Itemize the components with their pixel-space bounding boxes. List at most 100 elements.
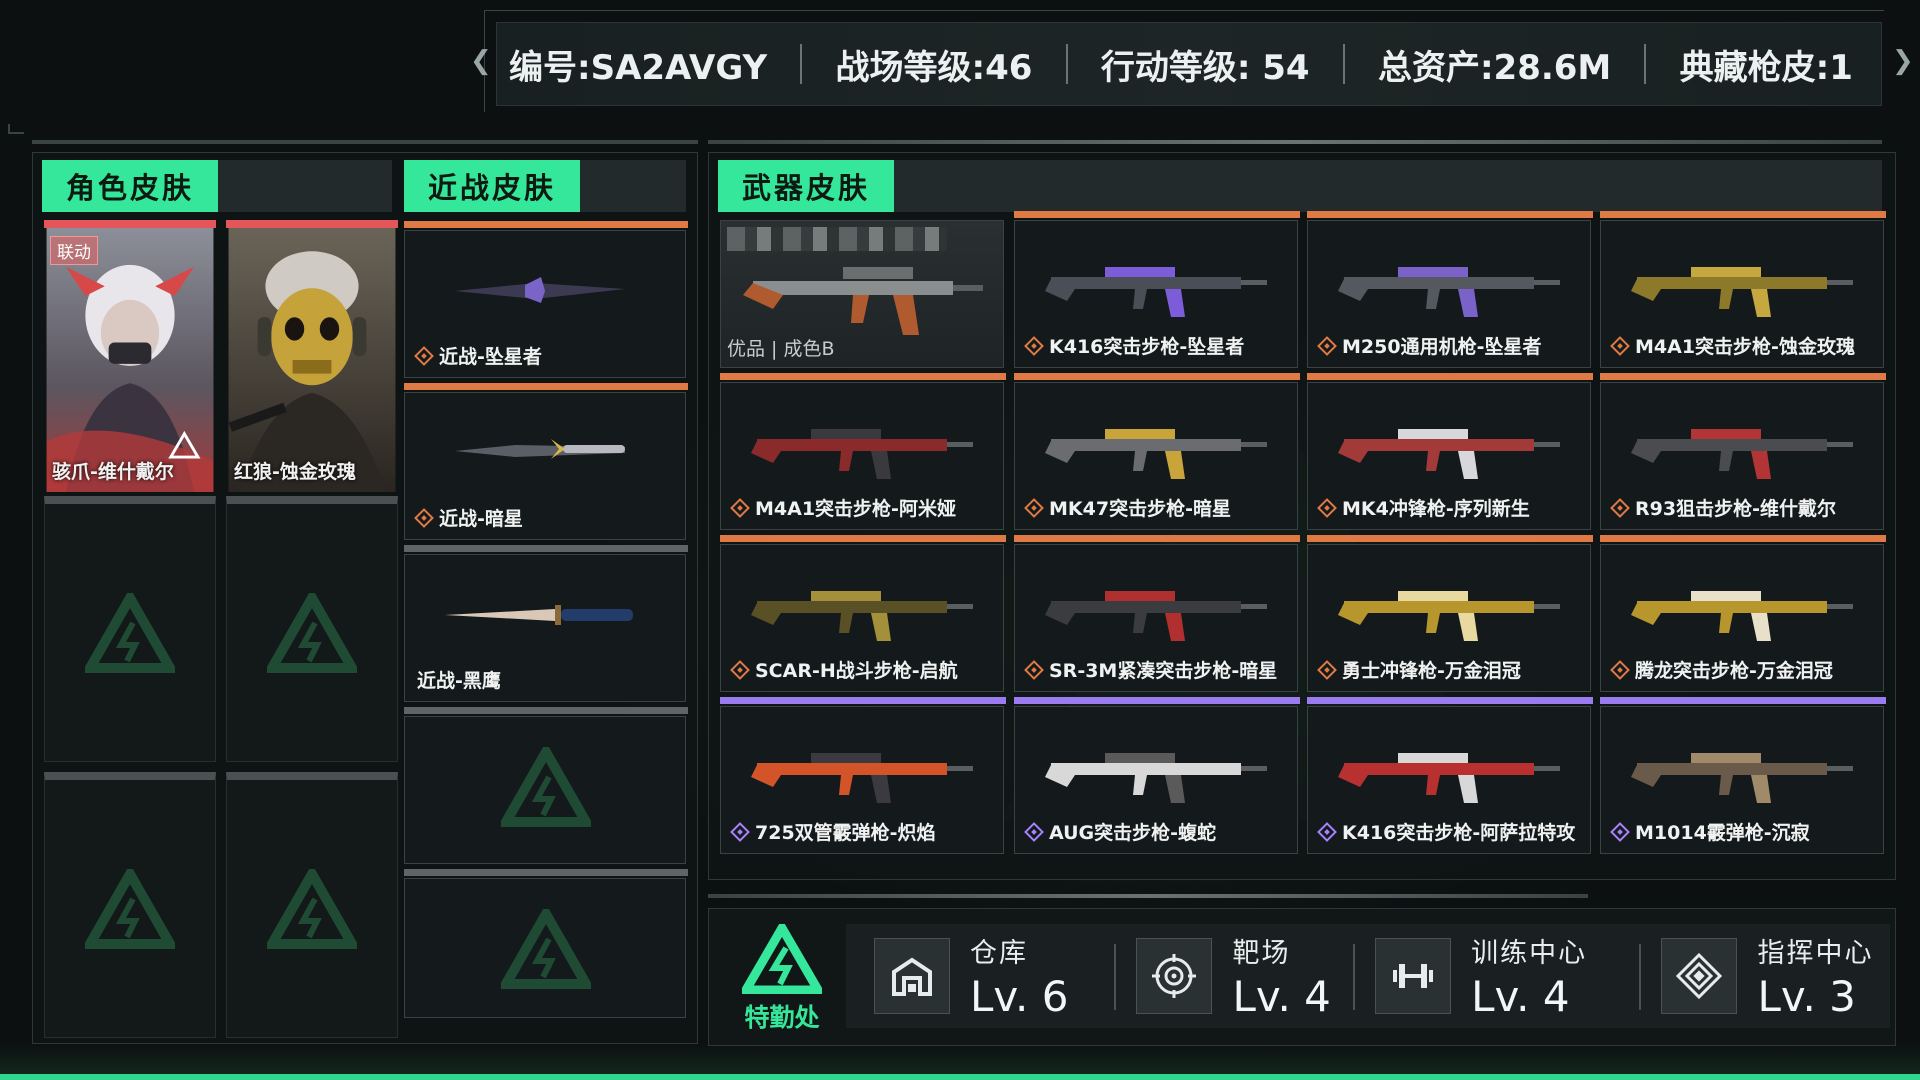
hq-label: 特勤处 (744, 1003, 820, 1032)
blurred-text (727, 227, 947, 251)
rarity-diamond-icon (1317, 335, 1337, 356)
collab-badge: 联动 (50, 236, 98, 265)
empty-character-slot (226, 496, 398, 762)
featured-weapon-card[interactable]: 优品 | 成色B (720, 220, 1004, 368)
melee-skins-header: 近战皮肤 (404, 160, 686, 212)
rarity-diamond-icon (1610, 659, 1630, 680)
facility-training-center[interactable]: 训练中心 Lv. 4 (1375, 924, 1642, 1028)
rarity-diamond-icon (730, 821, 750, 842)
rarity-bar (1014, 535, 1300, 542)
weapon-skin-card[interactable]: M4A1突击步枪-蚀金玫瑰 (1600, 211, 1886, 368)
facility-range[interactable]: 靶场 Lv. 4 (1136, 924, 1356, 1028)
divider-line (32, 140, 698, 144)
weapon-skin-card[interactable]: M250通用机枪-坠星者 (1307, 211, 1593, 368)
rifle-image (743, 267, 983, 335)
weapon-skin-name: M250通用机枪-坠星者 (1342, 336, 1542, 358)
melee-skin-card[interactable]: 近战-黑鹰 (404, 545, 688, 702)
rarity-diamond-icon (1317, 659, 1337, 680)
weapon-image (1338, 429, 1560, 479)
bottom-accent-strip (0, 1074, 1920, 1080)
rarity-bar (1600, 697, 1886, 704)
character-skin-name: 红狼-蚀金玫瑰 (234, 461, 356, 483)
weapon-skin-card[interactable]: MK4冲锋枪-序列新生 (1307, 373, 1593, 530)
weapon-skins-header: 武器皮肤 (718, 160, 1882, 212)
weapon-image (751, 429, 973, 479)
collection-skins: 典藏枪皮:1 (1679, 47, 1853, 88)
empty-character-slot (44, 772, 216, 1038)
weapon-skin-name: R93狙击步枪-维什戴尔 (1635, 498, 1836, 520)
rarity-diamond-icon (1024, 497, 1044, 518)
facility-warehouse[interactable]: 仓库 Lv. 6 (874, 924, 1117, 1028)
placeholder-logo-icon (501, 747, 591, 827)
facility-command-center[interactable]: 指挥中心 Lv. 3 (1661, 924, 1890, 1028)
weapon-skin-card[interactable]: MK47突击步枪-暗星 (1014, 373, 1300, 530)
melee-skin-name: 近战-黑鹰 (417, 670, 501, 692)
weapon-skin-card[interactable]: AUG突击步枪-蝮蛇 (1014, 697, 1300, 854)
melee-skin-name: 近战-坠星者 (439, 346, 542, 368)
total-assets: 总资产:28.6M (1377, 47, 1612, 88)
rarity-diamond-icon (1610, 497, 1630, 518)
rarity-bar (1307, 211, 1593, 218)
character-portrait (228, 228, 396, 492)
placeholder-logo-icon (85, 868, 175, 949)
chevron-right-icon[interactable]: ❯ (1892, 46, 1914, 76)
weapon-skin-card[interactable]: SR-3M紧凑突击步枪-暗星 (1014, 535, 1300, 692)
weapon-image (1631, 753, 1853, 803)
weapon-image (1045, 591, 1267, 641)
weapon-skin-card[interactable]: 勇士冲锋枪-万金泪冠 (1307, 535, 1593, 692)
chevron-left-icon[interactable]: ❮ (470, 46, 492, 76)
weapon-skin-card[interactable]: K416突击步枪-阿萨拉特攻 (1307, 697, 1593, 854)
rarity-bar (1307, 697, 1593, 704)
weapon-skin-card[interactable]: K416突击步枪-坠星者 (1014, 211, 1300, 368)
facility-name: 指挥中心 (1757, 938, 1874, 969)
divider (1644, 44, 1647, 84)
weapon-skin-card[interactable]: M4A1突击步枪-阿米娅 (720, 373, 1006, 530)
divider-line (708, 140, 1882, 144)
bottom-grime (0, 1044, 1920, 1074)
weapon-skin-card[interactable]: 腾龙突击步枪-万金泪冠 (1600, 535, 1886, 692)
placeholder-logo-icon (267, 868, 357, 949)
hq-triangle-icon (738, 919, 826, 995)
rarity-bar (720, 535, 1006, 542)
facility-level: Lv. 3 (1757, 972, 1856, 1021)
weapon-skin-name: MK47突击步枪-暗星 (1049, 498, 1231, 520)
weapon-image (1045, 429, 1267, 479)
weapon-skin-card[interactable]: R93狙击步枪-维什戴尔 (1600, 373, 1886, 530)
weapon-image (751, 753, 973, 803)
empty-melee-slot (404, 869, 688, 1018)
weapon-skin-name: 725双管霰弹枪-炽焰 (755, 822, 936, 844)
melee-skin-name: 近战-暗星 (439, 508, 523, 530)
melee-skin-card[interactable]: 近战-坠星者 (404, 221, 688, 378)
character-skin-card[interactable]: 红狼-蚀金玫瑰 (226, 220, 398, 492)
rarity-diamond-icon (730, 659, 750, 680)
rarity-diamond-icon (730, 497, 750, 518)
empty-character-slot (44, 496, 216, 762)
weapon-image (1338, 753, 1560, 803)
tab-character-skins[interactable]: 角色皮肤 (42, 160, 219, 212)
rarity-diamond-icon (1024, 335, 1044, 356)
facility-name: 仓库 (970, 938, 1028, 969)
tab-weapon-skins[interactable]: 武器皮肤 (718, 160, 895, 212)
weapon-skin-name: K416突击步枪-阿萨拉特攻 (1342, 822, 1576, 844)
rarity-diamond-icon (414, 507, 434, 528)
weapon-image (1338, 591, 1560, 641)
weapon-skin-card[interactable]: M1014霰弹枪-沉寂 (1600, 697, 1886, 854)
melee-skin-card[interactable]: 近战-暗星 (404, 383, 688, 540)
divider (800, 44, 803, 84)
placeholder-logo-icon (501, 909, 591, 989)
facility-name: 训练中心 (1471, 938, 1588, 969)
weapon-skin-card[interactable]: SCAR-H战斗步枪-启航 (720, 535, 1006, 692)
rarity-bar (1307, 373, 1593, 380)
knife-image (455, 439, 625, 459)
character-skin-card[interactable]: 联动 骇爪-维什戴尔 (44, 220, 216, 492)
facility-level: Lv. 4 (1471, 972, 1570, 1021)
divider (1342, 44, 1345, 84)
weapon-skin-name: SCAR-H战斗步枪-启航 (755, 660, 958, 682)
rarity-bar (720, 373, 1006, 380)
weapon-skin-card[interactable]: 725双管霰弹枪-炽焰 (720, 697, 1006, 854)
weapon-image (1045, 267, 1267, 317)
facility-name: 靶场 (1232, 938, 1291, 969)
hq-logo[interactable]: 特勤处 (732, 919, 832, 1034)
dumbbell-icon (1375, 938, 1452, 1014)
tab-melee-skins[interactable]: 近战皮肤 (404, 160, 581, 212)
